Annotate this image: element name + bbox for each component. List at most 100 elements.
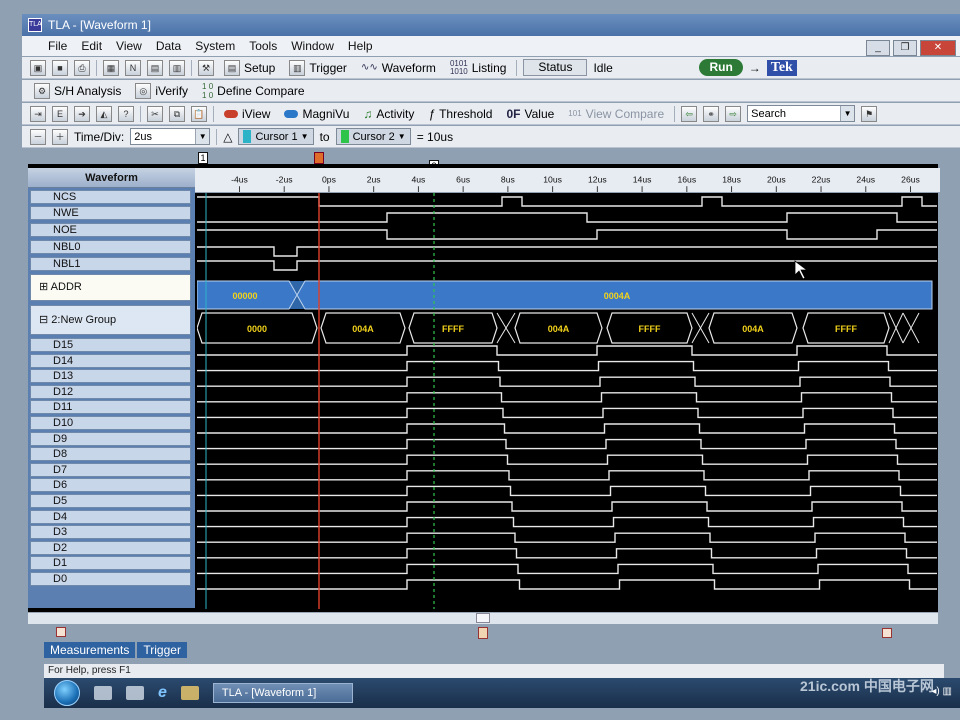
status-button[interactable]: Status — [523, 59, 588, 76]
back-arrow-icon[interactable]: ⇦ — [681, 105, 698, 122]
binoculars-icon[interactable]: ⚭ — [703, 105, 720, 122]
trigger-marker-icon — [314, 152, 324, 164]
signal-row-d11[interactable]: D11 — [30, 400, 191, 415]
zoom-out-icon[interactable]: － — [30, 128, 46, 145]
search-settings-icon[interactable]: ⚑ — [861, 105, 878, 122]
add-bus-icon[interactable]: E — [52, 105, 68, 122]
network-icon[interactable]: ▥ — [943, 686, 952, 697]
print-icon[interactable]: ⎙ — [74, 59, 90, 76]
goto-icon[interactable]: ➔ — [74, 105, 90, 122]
signal-row-d8[interactable]: D8 — [30, 447, 191, 462]
signal-row-d5[interactable]: D5 — [30, 494, 191, 508]
internet-explorer-icon[interactable]: e — [158, 684, 167, 702]
cursor1-flag[interactable]: 1 — [198, 152, 208, 164]
hammer-icon[interactable]: ⚒ — [198, 59, 214, 76]
signal-row-d2[interactable]: D2 — [30, 540, 191, 555]
menu-edit[interactable]: Edit — [81, 39, 102, 53]
signal-row-d0[interactable]: D0 — [30, 572, 191, 586]
activity-button[interactable]: ♫ Activity — [359, 107, 418, 121]
bus-addr-value: 00000 — [232, 291, 257, 301]
menu-view[interactable]: View — [116, 39, 142, 53]
trigger-button[interactable]: ▥ Trigger — [285, 59, 351, 76]
cursor1-select[interactable]: Cursor 1 ▼ — [238, 128, 314, 145]
folder-icon[interactable] — [180, 686, 199, 700]
marker-home-icon[interactable] — [56, 627, 66, 637]
threshold-button[interactable]: ƒ Threshold — [424, 107, 496, 121]
taskbar-terminal-icon[interactable] — [126, 686, 144, 700]
menu-help[interactable]: Help — [348, 39, 373, 53]
bus-row-addr[interactable]: ⊞ ADDR — [30, 274, 191, 301]
mouse-pointer-icon — [794, 260, 809, 280]
scrollbar-thumb[interactable] — [476, 613, 490, 623]
run-button[interactable]: Run — [699, 59, 743, 76]
zoom-in-icon[interactable]: ＋ — [52, 128, 68, 145]
signal-row-nbl1[interactable]: NBL1 — [30, 257, 191, 271]
signal-row-noe[interactable]: NOE — [30, 223, 191, 237]
iverify-icon: ◎ — [135, 82, 152, 99]
save-icon[interactable]: ■ — [52, 59, 68, 76]
listing-button[interactable]: 0101 1010 Listing — [446, 59, 510, 76]
expand-icon[interactable]: ⊞ — [39, 281, 51, 293]
signal-row-ncs[interactable]: NCS — [30, 190, 191, 204]
marker-end-icon[interactable] — [882, 628, 892, 638]
timediv-value: 2us — [134, 130, 152, 143]
open-icon[interactable]: ▣ — [30, 59, 46, 76]
define-compare-button[interactable]: 1 01 0 Define Compare — [198, 82, 309, 100]
value-button[interactable]: 0F Value — [502, 107, 558, 121]
properties-icon[interactable]: ? — [118, 105, 134, 122]
signal-row-d14[interactable]: D14 — [30, 353, 191, 368]
grid-icon[interactable]: ▤ — [147, 59, 163, 76]
bus-group-value: 004A — [742, 324, 764, 334]
setup-button[interactable]: ▤ Setup — [220, 59, 279, 76]
paste-icon[interactable]: 📋 — [191, 105, 207, 122]
cut-icon[interactable]: ✂ — [147, 105, 163, 122]
tab-measurements[interactable]: Measurements — [44, 642, 136, 658]
taskbar-item-tla[interactable]: TLA - [Waveform 1] — [212, 683, 353, 703]
signal-row-d10[interactable]: D10 — [30, 416, 191, 430]
iview-button[interactable]: iView — [220, 107, 274, 121]
signal-row-d13[interactable]: D13 — [30, 369, 191, 384]
signal-row-d9[interactable]: D9 — [30, 431, 191, 446]
magnivu-button[interactable]: MagniVu — [280, 107, 353, 121]
tab-trigger[interactable]: Trigger — [137, 642, 187, 658]
signal-row-nwe[interactable]: NWE — [30, 206, 191, 220]
collapse-icon[interactable]: ⊟ — [39, 314, 51, 326]
signal-row-d1[interactable]: D1 — [30, 556, 191, 571]
signal-row-d6[interactable]: D6 — [30, 478, 191, 493]
forward-arrow-icon[interactable]: ⇨ — [725, 105, 742, 122]
bus-addr-value: 0004A — [604, 291, 631, 301]
view-compare-button[interactable]: 101 View Compare — [564, 107, 668, 121]
menu-tools[interactable]: Tools — [249, 39, 277, 53]
add-signal-icon[interactable]: ⇥ — [30, 105, 46, 122]
sh-analysis-button[interactable]: ⚙ S/H Analysis — [30, 82, 125, 99]
new-window-icon[interactable]: N — [125, 59, 141, 76]
menu-file[interactable]: File — [48, 39, 67, 53]
signal-row-d3[interactable]: D3 — [30, 525, 191, 540]
copy-icon[interactable]: ⧉ — [169, 105, 185, 122]
timediv-select[interactable]: 2us ▼ — [130, 128, 211, 145]
signal-row-d7[interactable]: D7 — [30, 462, 191, 477]
start-orb-icon[interactable] — [54, 680, 80, 706]
ruler-tick-label: 22us — [812, 174, 831, 184]
waveform-button[interactable]: ∿∿ Waveform — [357, 61, 440, 75]
bus-row-new-group[interactable]: ⊟ 2:New Group — [30, 305, 191, 335]
mark-icon[interactable]: ◭ — [96, 105, 112, 122]
signal-row-d4[interactable]: D4 — [30, 509, 191, 524]
config-icon[interactable]: ▥ — [169, 59, 185, 76]
close-icon[interactable]: ✕ — [920, 40, 956, 56]
restore-icon[interactable]: ❐ — [893, 40, 917, 56]
iverify-button[interactable]: ◎ iVerify — [131, 82, 192, 99]
window-icon[interactable]: ▦ — [103, 59, 119, 76]
signal-row-nbl0[interactable]: NBL0 — [30, 240, 191, 254]
horizontal-scrollbar[interactable] — [28, 612, 938, 624]
menu-system[interactable]: System — [195, 39, 235, 53]
signal-row-d12[interactable]: D12 — [30, 384, 191, 399]
cursor2-select[interactable]: Cursor 2 ▼ — [335, 128, 411, 145]
taskbar-app-icon[interactable] — [94, 686, 112, 700]
marker-center-icon[interactable] — [478, 627, 488, 639]
search-dropdown[interactable]: Search ▼ — [747, 105, 856, 122]
menu-window[interactable]: Window — [291, 39, 334, 53]
minimize-icon[interactable]: _ — [866, 40, 890, 56]
menu-data[interactable]: Data — [156, 39, 181, 53]
signal-row-d15[interactable]: D15 — [30, 338, 191, 352]
